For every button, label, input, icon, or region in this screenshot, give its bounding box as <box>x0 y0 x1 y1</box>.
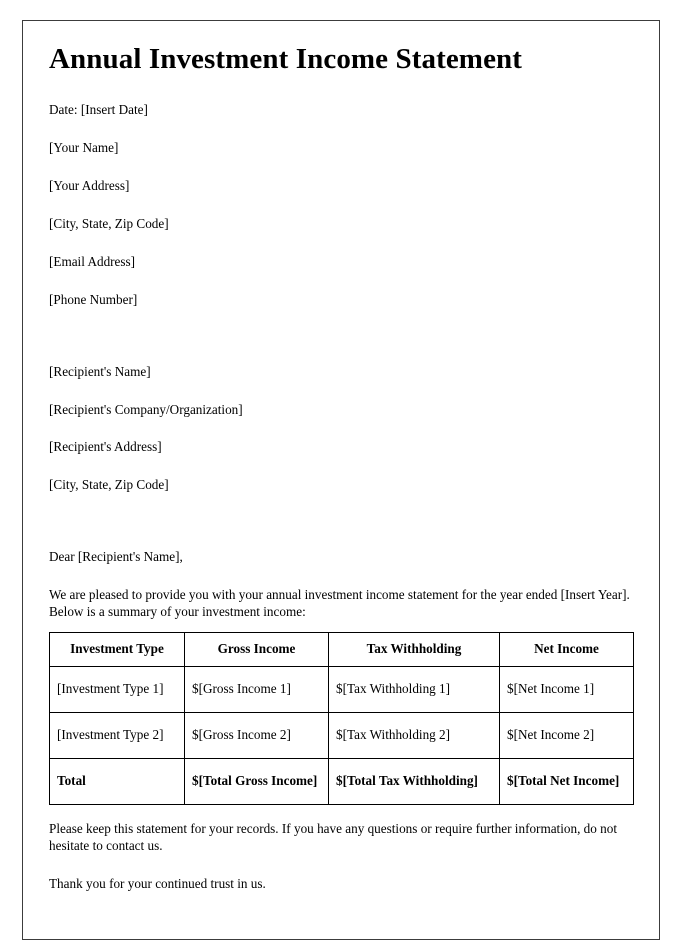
cell-total-net-income: $[Total Net Income] <box>499 757 634 805</box>
recipient-address-block: [Recipient's Name] [Recipient's Company/… <box>49 364 635 495</box>
cell-tax-withholding: $[Tax Withholding 2] <box>328 711 500 759</box>
cell-investment-type: [Investment Type 1] <box>49 665 185 713</box>
table-row: [Investment Type 2] $[Gross Income 2] $[… <box>49 711 634 759</box>
intro-paragraph: We are pleased to provide you with your … <box>49 587 630 620</box>
table-total-row: Total $[Total Gross Income] $[Total Tax … <box>49 757 634 805</box>
block-spacer-two <box>49 515 635 528</box>
page-title: Annual Investment Income Statement <box>49 43 523 75</box>
cell-investment-type: [Investment Type 2] <box>49 711 185 759</box>
cell-total-label: Total <box>49 757 185 805</box>
cell-gross-income: $[Gross Income 1] <box>184 665 329 713</box>
column-header-net-income: Net Income <box>499 631 634 667</box>
table-row: [Investment Type 1] $[Gross Income 1] $[… <box>49 665 634 713</box>
cell-gross-income: $[Gross Income 2] <box>184 711 329 759</box>
cell-net-income: $[Net Income 1] <box>499 665 634 713</box>
sender-name: [Your Name] <box>49 140 119 156</box>
document-page: Annual Investment Income Statement Date:… <box>22 20 660 940</box>
sender-phone: [Phone Number] <box>49 291 138 307</box>
document-content: Annual Investment Income Statement Date:… <box>49 43 635 914</box>
cell-tax-withholding: $[Tax Withholding 1] <box>328 665 500 713</box>
salutation: Dear [Recipient's Name], <box>49 549 183 565</box>
column-header-tax-withholding: Tax Withholding <box>328 631 500 667</box>
recipient-name: [Recipient's Name] <box>49 363 151 379</box>
recipient-company: [Recipient's Company/Organization] <box>49 401 243 417</box>
sender-address: [Your Address] <box>49 178 130 194</box>
cell-total-tax-withholding: $[Total Tax Withholding] <box>328 757 500 805</box>
recipient-address: [Recipient's Address] <box>49 439 162 455</box>
thanks-paragraph: Thank you for your continued trust in us… <box>49 875 266 891</box>
sender-email: [Email Address] <box>49 253 136 269</box>
date-line: Date: [Insert Date] <box>49 102 148 118</box>
column-header-gross-income: Gross Income <box>184 631 329 667</box>
cell-net-income: $[Net Income 2] <box>499 711 634 759</box>
cell-total-gross-income: $[Total Gross Income] <box>184 757 329 805</box>
table-header-row: Investment Type Gross Income Tax Withhol… <box>49 631 634 667</box>
investment-income-table: Investment Type Gross Income Tax Withhol… <box>49 631 634 805</box>
column-header-investment-type: Investment Type <box>49 631 185 667</box>
sender-city-state-zip: [City, State, Zip Code] <box>49 216 169 232</box>
sender-address-block: [Your Name] [Your Address] [City, State,… <box>49 140 635 308</box>
closing-paragraph: Please keep this statement for your reco… <box>49 820 617 853</box>
recipient-city-state-zip: [City, State, Zip Code] <box>49 477 169 493</box>
